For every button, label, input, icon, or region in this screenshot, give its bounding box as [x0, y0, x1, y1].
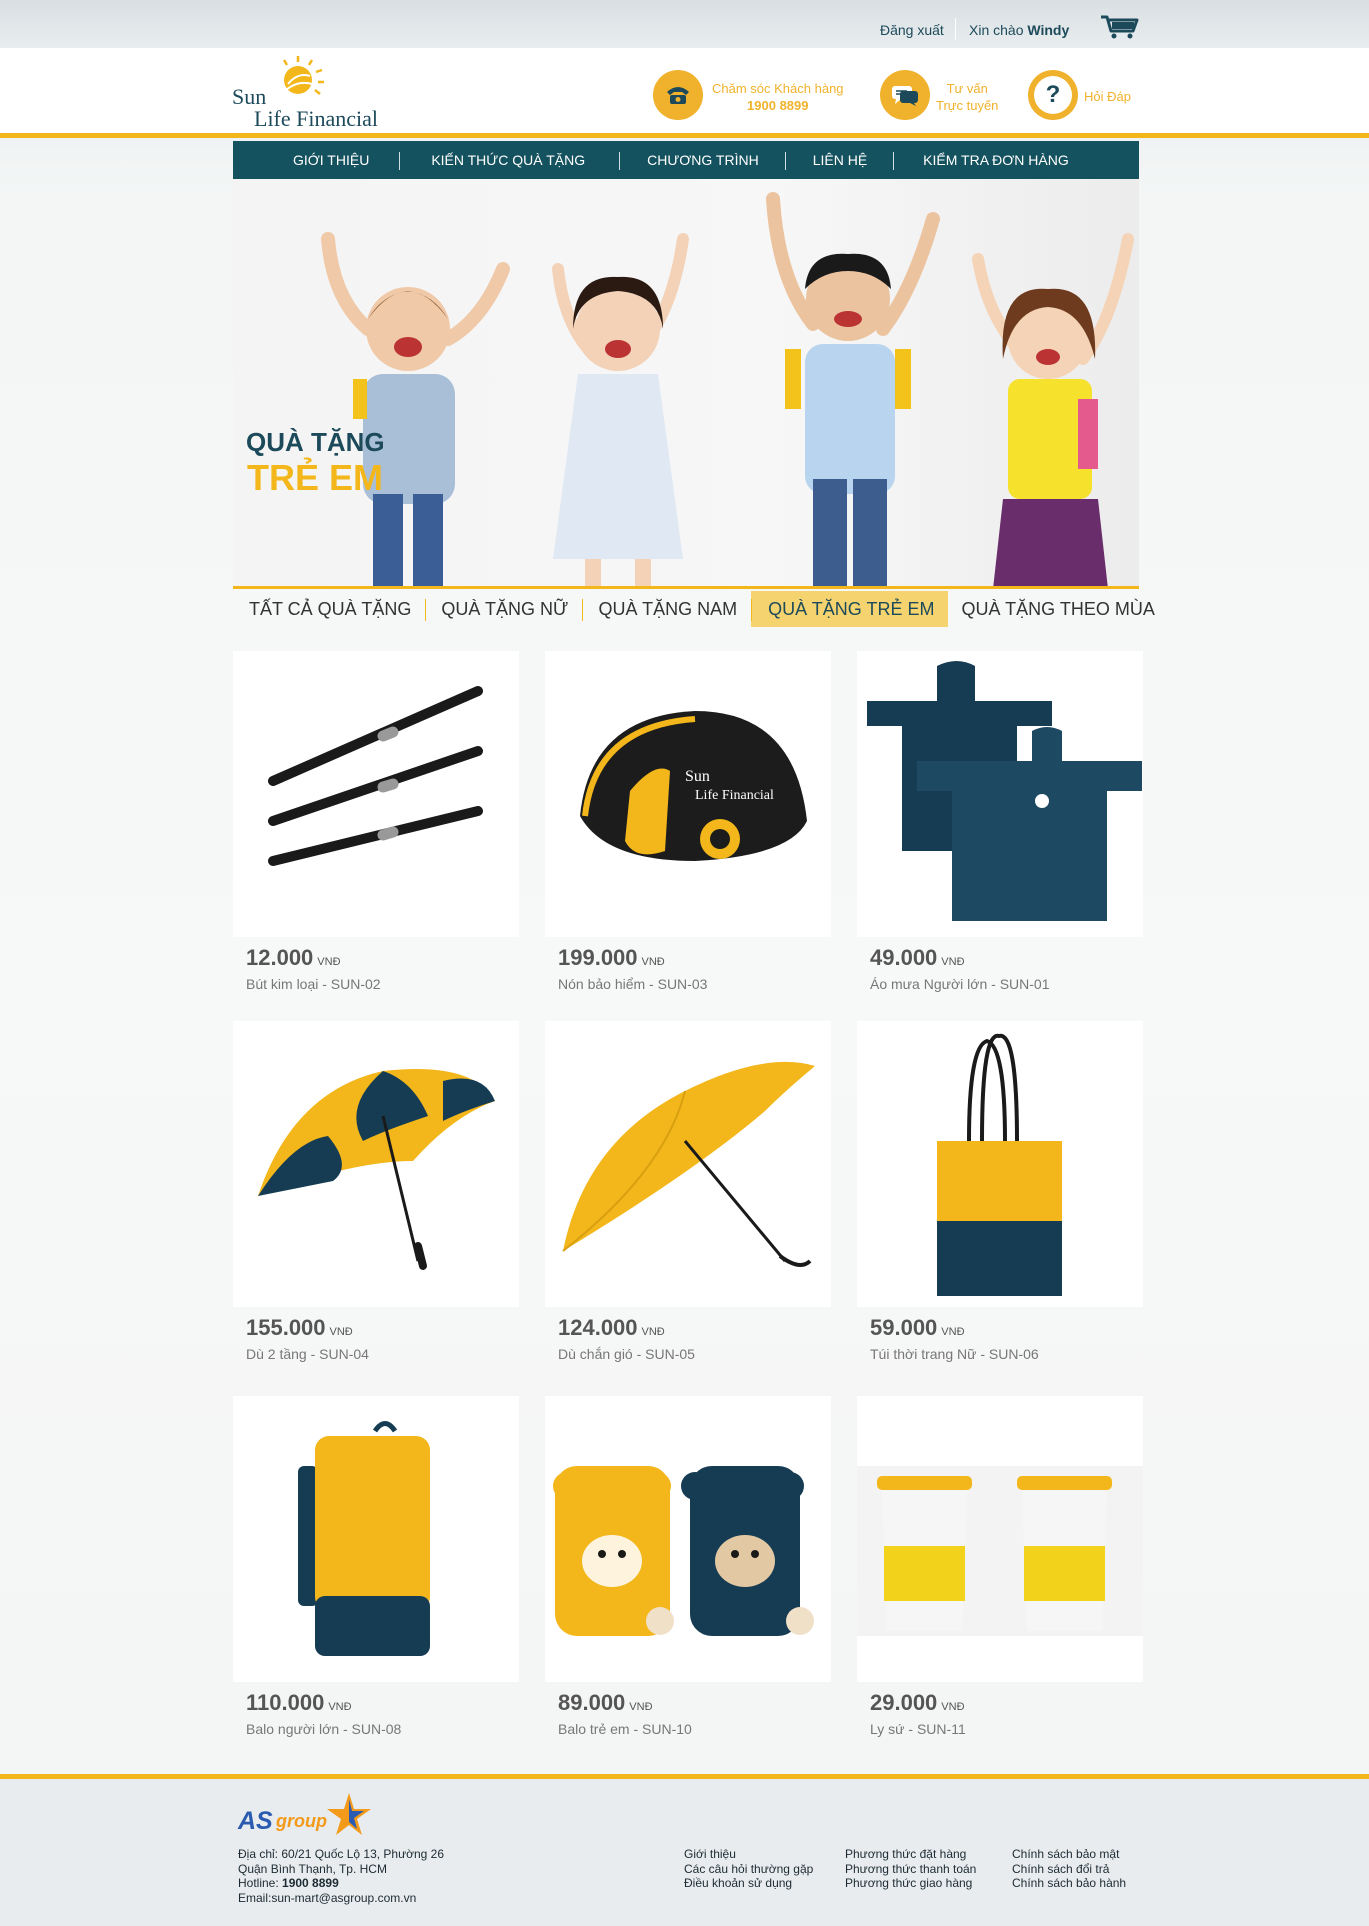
- svg-text:Sun: Sun: [685, 768, 710, 785]
- product-card[interactable]: 155.000 VNĐ Dù 2 tầng - SUN-04: [233, 1021, 519, 1386]
- kids-backpack-image[interactable]: [545, 1396, 831, 1682]
- username: Windy: [1027, 22, 1070, 38]
- product-card[interactable]: 49.000 VNĐ Áo mưa Người lớn - SUN-01: [857, 651, 1143, 1016]
- tab-men-gifts[interactable]: QUÀ TẶNG NAM: [582, 591, 751, 627]
- footer-link[interactable]: Phương thức thanh toán: [845, 1862, 976, 1877]
- product-name[interactable]: Áo mưa Người lớn - SUN-01: [870, 976, 1049, 992]
- logout-link[interactable]: Đăng xuất: [880, 22, 944, 38]
- sun-logo-icon: [282, 56, 324, 95]
- nav-item-gift-knowledge[interactable]: KIẾN THỨC QUÀ TẶNG: [399, 152, 619, 170]
- product-name[interactable]: Balo trẻ em - SUN-10: [558, 1721, 692, 1737]
- pen-image[interactable]: [233, 651, 519, 937]
- company-address: Địa chỉ: 60/21 Quốc Lộ 13, Phường 26 Quậ…: [238, 1847, 445, 1906]
- product-price: 12.000 VNĐ: [246, 945, 341, 970]
- product-price: 155.000 VNĐ: [246, 1315, 353, 1340]
- svg-text:Life Financial: Life Financial: [695, 788, 774, 803]
- logo-line2: Life Financial: [254, 106, 379, 131]
- customer-care-phone: 1900 8899: [747, 98, 809, 113]
- sunlife-logo[interactable]: Sun Life Financial: [232, 54, 402, 131]
- umbrella-image[interactable]: [545, 1021, 831, 1307]
- top-bar: Đăng xuất Xin chào Windy: [0, 0, 1369, 48]
- email[interactable]: Email:sun-mart@asgroup.com.vn: [238, 1891, 444, 1906]
- footer-link[interactable]: Chính sách bảo hành: [1012, 1876, 1126, 1891]
- question-icon[interactable]: ?: [1028, 70, 1078, 120]
- product-name[interactable]: Ly sứ - SUN-11: [870, 1721, 966, 1737]
- product-name[interactable]: Bút kim loại - SUN-02: [246, 976, 381, 992]
- tab-seasonal-gifts[interactable]: QUÀ TẶNG THEO MÙA: [948, 591, 1164, 627]
- customer-care[interactable]: Chăm sóc Khách hàng 1900 8899: [712, 80, 844, 114]
- tab-women-gifts[interactable]: QUÀ TẶNG NỮ: [425, 591, 582, 627]
- product-name[interactable]: Dù chắn gió - SUN-05: [558, 1346, 695, 1362]
- greeting: Xin chào Windy: [969, 22, 1070, 38]
- product-card[interactable]: 29.000 VNĐ Ly sứ - SUN-11: [857, 1396, 1143, 1761]
- footer-link[interactable]: Giới thiệu: [684, 1847, 813, 1862]
- product-card[interactable]: 89.000 VNĐ Balo trẻ em - SUN-10: [545, 1396, 831, 1761]
- backpack-image[interactable]: [233, 1396, 519, 1682]
- product-price: 29.000 VNĐ: [870, 1690, 965, 1715]
- footer-links-methods: Phương thức đặt hàng Phương thức thanh t…: [845, 1847, 976, 1891]
- tote-bag-image[interactable]: [857, 1021, 1143, 1307]
- chat-icon[interactable]: [880, 70, 930, 120]
- product-price: 110.000 VNĐ: [246, 1690, 352, 1715]
- hotline: 1900 8899: [282, 1876, 339, 1890]
- product-card[interactable]: Sun Life Financial 199.000 VNĐ Nón bảo hi…: [545, 651, 831, 1016]
- tab-all-gifts[interactable]: TẤT CẢ QUÀ TẶNG: [233, 591, 425, 627]
- banner-title: QUÀ TẶNG: [246, 427, 385, 457]
- footer-links-info: Giới thiệu Các câu hỏi thường gặp Điều k…: [684, 1847, 813, 1891]
- footer-link[interactable]: Điều khoản sử dụng: [684, 1876, 813, 1891]
- nav-item-order-check[interactable]: KIỂM TRA ĐƠN HÀNG: [893, 152, 1089, 170]
- children-illustration: [321, 192, 1134, 586]
- header: Sun Life Financial Chăm sóc Khách hàng 1…: [0, 48, 1369, 138]
- product-card[interactable]: 59.000 VNĐ Túi thời trang Nữ - SUN-06: [857, 1021, 1143, 1386]
- cart-icon[interactable]: [1100, 14, 1140, 40]
- footer-link[interactable]: Chính sách bảo mật: [1012, 1847, 1126, 1862]
- footer: AS group Địa chỉ: 60/21 Quốc Lộ 13, Phườ…: [0, 1774, 1369, 1926]
- main-nav: GIỚI THIỆU KIẾN THỨC QUÀ TẶNG CHƯƠNG TRÌ…: [233, 141, 1139, 179]
- product-name[interactable]: Balo người lớn - SUN-08: [246, 1721, 401, 1737]
- online-consult[interactable]: Tư vấn Trực tuyến: [936, 80, 998, 114]
- footer-link[interactable]: Các câu hỏi thường gặp: [684, 1862, 813, 1877]
- helmet-image[interactable]: Sun Life Financial: [545, 651, 831, 937]
- banner-subtitle: TRẺ EM: [247, 457, 384, 498]
- footer-link[interactable]: Chính sách đổi trả: [1012, 1862, 1126, 1877]
- cup-image[interactable]: [857, 1396, 1143, 1682]
- divider: [955, 18, 956, 40]
- tab-kids-gifts[interactable]: QUÀ TẶNG TRẺ EM: [751, 591, 949, 627]
- product-card[interactable]: 110.000 VNĐ Balo người lớn - SUN-08: [233, 1396, 519, 1761]
- product-name[interactable]: Túi thời trang Nữ - SUN-06: [870, 1346, 1039, 1362]
- phone-icon[interactable]: [653, 70, 703, 120]
- star-icon: [327, 1793, 371, 1835]
- category-tabs: TẤT CẢ QUÀ TẶNG QUÀ TẶNG NỮ QUÀ TẶNG NAM…: [233, 591, 1155, 627]
- hero-banner: QUÀ TẶNG TRẺ EM: [233, 179, 1139, 589]
- product-card[interactable]: 124.000 VNĐ Dù chắn gió - SUN-05: [545, 1021, 831, 1386]
- nav-item-programs[interactable]: CHƯƠNG TRÌNH: [619, 152, 785, 170]
- raincoat-image[interactable]: [857, 651, 1143, 937]
- product-price: 89.000 VNĐ: [558, 1690, 653, 1715]
- product-name[interactable]: Nón bảo hiểm - SUN-03: [558, 976, 707, 992]
- footer-link[interactable]: Phương thức giao hàng: [845, 1876, 976, 1891]
- faq-link[interactable]: Hỏi Đáp: [1084, 88, 1131, 105]
- product-price: 49.000 VNĐ: [870, 945, 965, 970]
- umbrella-image[interactable]: [233, 1021, 519, 1307]
- product-price: 199.000 VNĐ: [558, 945, 665, 970]
- product-price: 124.000 VNĐ: [558, 1315, 665, 1340]
- footer-link[interactable]: Phương thức đặt hàng: [845, 1847, 976, 1862]
- footer-links-policies: Chính sách bảo mật Chính sách đổi trả Ch…: [1012, 1847, 1126, 1891]
- nav-item-about[interactable]: GIỚI THIỆU: [233, 152, 399, 168]
- product-price: 59.000 VNĐ: [870, 1315, 965, 1340]
- nav-item-contact[interactable]: LIÊN HỆ: [784, 152, 893, 170]
- asgroup-logo[interactable]: AS group: [238, 1789, 378, 1839]
- product-name[interactable]: Dù 2 tầng - SUN-04: [246, 1346, 369, 1362]
- product-card[interactable]: 12.000 VNĐ Bút kim loại - SUN-02: [233, 651, 519, 1016]
